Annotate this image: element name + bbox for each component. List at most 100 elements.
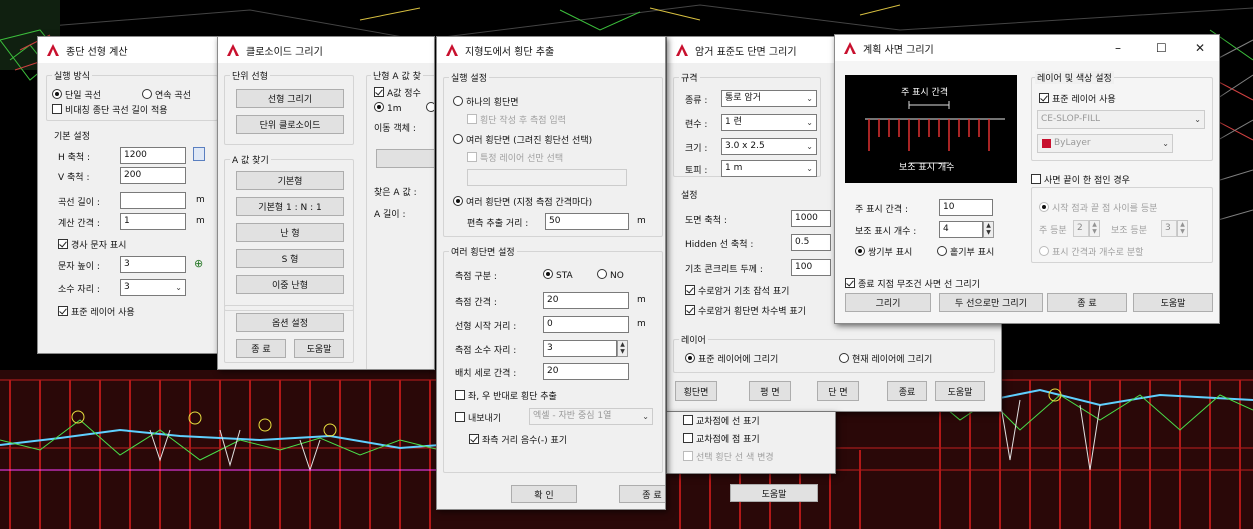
label: 보조 표시 개수 :: [855, 227, 917, 237]
s-type-button[interactable]: S 형: [236, 249, 344, 268]
main-divide-spinner[interactable]: ▲ ▼: [1089, 220, 1100, 237]
basic-1n1-button[interactable]: 기본형 1 : N : 1: [236, 197, 344, 216]
draw-alignment-button[interactable]: 선형 그리기: [236, 89, 344, 108]
exit-button[interactable]: 종 료: [236, 339, 286, 358]
egg-button[interactable]: 난 형: [236, 223, 344, 242]
radio-single[interactable]: 홑기부 표시: [937, 245, 994, 258]
sub-count-input[interactable]: 4: [939, 221, 983, 238]
color-select[interactable]: ByLayer ⌄: [1037, 134, 1173, 153]
radio-single-curve[interactable]: 단일 곡선: [52, 88, 101, 101]
label: 소수 자리 :: [58, 285, 100, 295]
main-divide-input[interactable]: 2: [1073, 220, 1089, 237]
text-height-input[interactable]: 3: [120, 256, 186, 273]
calculator-icon[interactable]: [193, 147, 205, 161]
concrete-thickness-input[interactable]: 100: [791, 259, 831, 276]
export-format-select[interactable]: 엑셀 - 자반 중심 1열 ⌄: [529, 408, 653, 425]
radio-one-cross[interactable]: 하나의 횡단면: [453, 95, 519, 108]
calc-interval-input[interactable]: 1: [120, 213, 186, 230]
checkbox-cutoff-wall[interactable]: 수로암거 횡단면 차수벽 표기: [685, 304, 806, 317]
station-interval-input[interactable]: 20: [543, 292, 629, 309]
exit-button[interactable]: 종 료: [1047, 293, 1127, 312]
vertical-interval-input[interactable]: 20: [543, 363, 629, 380]
radio-multi-interval[interactable]: 여러 횡단면 (지정 측점 간격마다): [453, 195, 592, 208]
pick-object-button[interactable]: [376, 149, 434, 168]
v-scale-input[interactable]: 200: [120, 167, 186, 184]
help-button-cross-extract[interactable]: 도움말: [730, 484, 818, 502]
station-decimal-input[interactable]: 3: [543, 340, 617, 357]
radio-1m[interactable]: 1m: [374, 102, 402, 114]
help-button[interactable]: 도움말: [935, 381, 985, 401]
unit-clothoid-button[interactable]: 단위 클로소이드: [236, 115, 344, 134]
checkbox-draw-cross[interactable]: 횡단 작성 후 측점 입력: [467, 113, 566, 126]
two-lines-button[interactable]: 두 선으로만 그리기: [939, 293, 1043, 312]
draw-button[interactable]: 그리기: [845, 293, 931, 312]
label: H 축척 :: [58, 153, 91, 163]
checkbox-end-slope[interactable]: 종료 지점 무조건 사면 선 그리기: [845, 277, 980, 290]
radio-other[interactable]: [426, 102, 434, 114]
plan-button[interactable]: 평 면: [749, 381, 791, 401]
cross-section-button[interactable]: 횡단면: [675, 381, 717, 401]
checkbox-left-negative[interactable]: 좌측 거리 음수(-) 표기: [469, 433, 567, 446]
sub-count-spinner[interactable]: ▲ ▼: [983, 221, 994, 238]
double-egg-button[interactable]: 이중 난형: [236, 275, 344, 294]
offset-input[interactable]: 50: [545, 213, 629, 230]
exit-button[interactable]: 종 료: [619, 485, 665, 503]
checkbox-asymmetric[interactable]: 비대칭 종단 곡선 길이 적용: [52, 103, 168, 116]
h-scale-input[interactable]: 1200: [120, 147, 186, 164]
checkbox-reverse[interactable]: 좌, 우 반대로 횡단 추출: [455, 389, 557, 402]
help-button[interactable]: 도움말: [294, 339, 344, 358]
checkbox-std-layer[interactable]: 표준 레이어 사용: [1039, 92, 1116, 105]
size-select[interactable]: 3.0 x 2.5 ⌄: [721, 138, 817, 155]
label: 곡선 길이 :: [58, 198, 100, 208]
window-title: 계획 사면 그리기: [863, 44, 934, 56]
pick-icon[interactable]: ⊕: [194, 257, 203, 270]
layer-name-input[interactable]: [467, 169, 627, 186]
curve-length-input[interactable]: [120, 192, 186, 209]
start-distance-input[interactable]: 0: [543, 316, 629, 333]
titlebar[interactable]: 지형도에서 횡단 추출: [437, 37, 665, 63]
radio-double[interactable]: 쌍기부 표시: [855, 245, 912, 258]
drawing-scale-input[interactable]: 1000: [791, 210, 831, 227]
radio-show-divide[interactable]: 표시 간격과 개수로 분할: [1039, 245, 1143, 258]
help-button[interactable]: 도움말: [1133, 293, 1213, 312]
sub-divide-spinner[interactable]: ▲ ▼: [1177, 220, 1188, 237]
radio-sta[interactable]: STA: [543, 269, 573, 281]
titlebar[interactable]: 종단 선형 계산: [38, 37, 222, 63]
radio-continuous-curve[interactable]: 연속 곡선: [142, 88, 191, 101]
checkbox-layer-only[interactable]: 특정 레이어 선만 선택: [467, 151, 563, 164]
close-button[interactable]: ✕: [1195, 41, 1205, 55]
checkbox-slope-text[interactable]: 경사 문자 표시: [58, 238, 126, 251]
radio-equal-divide[interactable]: 시작 점과 끝 점 사이를 등분: [1039, 201, 1157, 214]
fill-select[interactable]: 1 m ⌄: [721, 160, 817, 177]
exit-button[interactable]: 종료: [887, 381, 927, 401]
options-button[interactable]: 옵션 설정: [236, 313, 344, 332]
section-button[interactable]: 단 면: [817, 381, 859, 401]
checkbox-standard-layer[interactable]: 표준 레이어 사용: [58, 305, 135, 318]
type-select[interactable]: 통로 암거 ⌄: [721, 90, 817, 107]
checkbox-footing[interactable]: 수로암거 기초 잡석 표기: [685, 284, 789, 297]
maximize-button[interactable]: ☐: [1156, 41, 1167, 55]
radio-standard-layer[interactable]: 표준 레이어에 그리기: [685, 352, 778, 365]
titlebar[interactable]: 클로소이드 그리기: [218, 37, 434, 63]
basic-button[interactable]: 기본형: [236, 171, 344, 190]
checkbox-a-integer[interactable]: A값 정수: [374, 86, 421, 99]
hidden-scale-input[interactable]: 0.5: [791, 234, 831, 251]
checkbox-intersection-line[interactable]: 교차점에 선 표기: [683, 414, 760, 427]
radio-current-layer[interactable]: 현재 레이어에 그리기: [839, 352, 932, 365]
unit-label: m: [196, 195, 205, 205]
minimize-button[interactable]: –: [1115, 41, 1121, 55]
checkbox-single-point[interactable]: 사면 끝이 한 점인 경우: [1031, 173, 1130, 186]
checkbox-change-color[interactable]: 선택 횡단 선 색 변경: [683, 450, 774, 463]
decimal-spinner[interactable]: ▲ ▼: [617, 340, 628, 357]
sub-divide-input[interactable]: 3: [1161, 220, 1177, 237]
radio-no[interactable]: NO: [597, 269, 624, 281]
decimal-select[interactable]: 3 ⌄: [120, 279, 186, 296]
main-interval-input[interactable]: 10: [939, 199, 993, 216]
ok-button[interactable]: 확 인: [511, 485, 577, 503]
layer-select[interactable]: CE-SLOP-FILL ⌄: [1037, 110, 1205, 129]
autocad-logo-icon: [226, 43, 240, 57]
count-select[interactable]: 1 련 ⌄: [721, 114, 817, 131]
checkbox-intersection-point[interactable]: 교차점에 점 표기: [683, 432, 760, 445]
checkbox-export[interactable]: 내보내기: [455, 411, 501, 424]
radio-multi-drawn[interactable]: 여러 횡단면 (그려진 횡단선 선택): [453, 133, 592, 146]
